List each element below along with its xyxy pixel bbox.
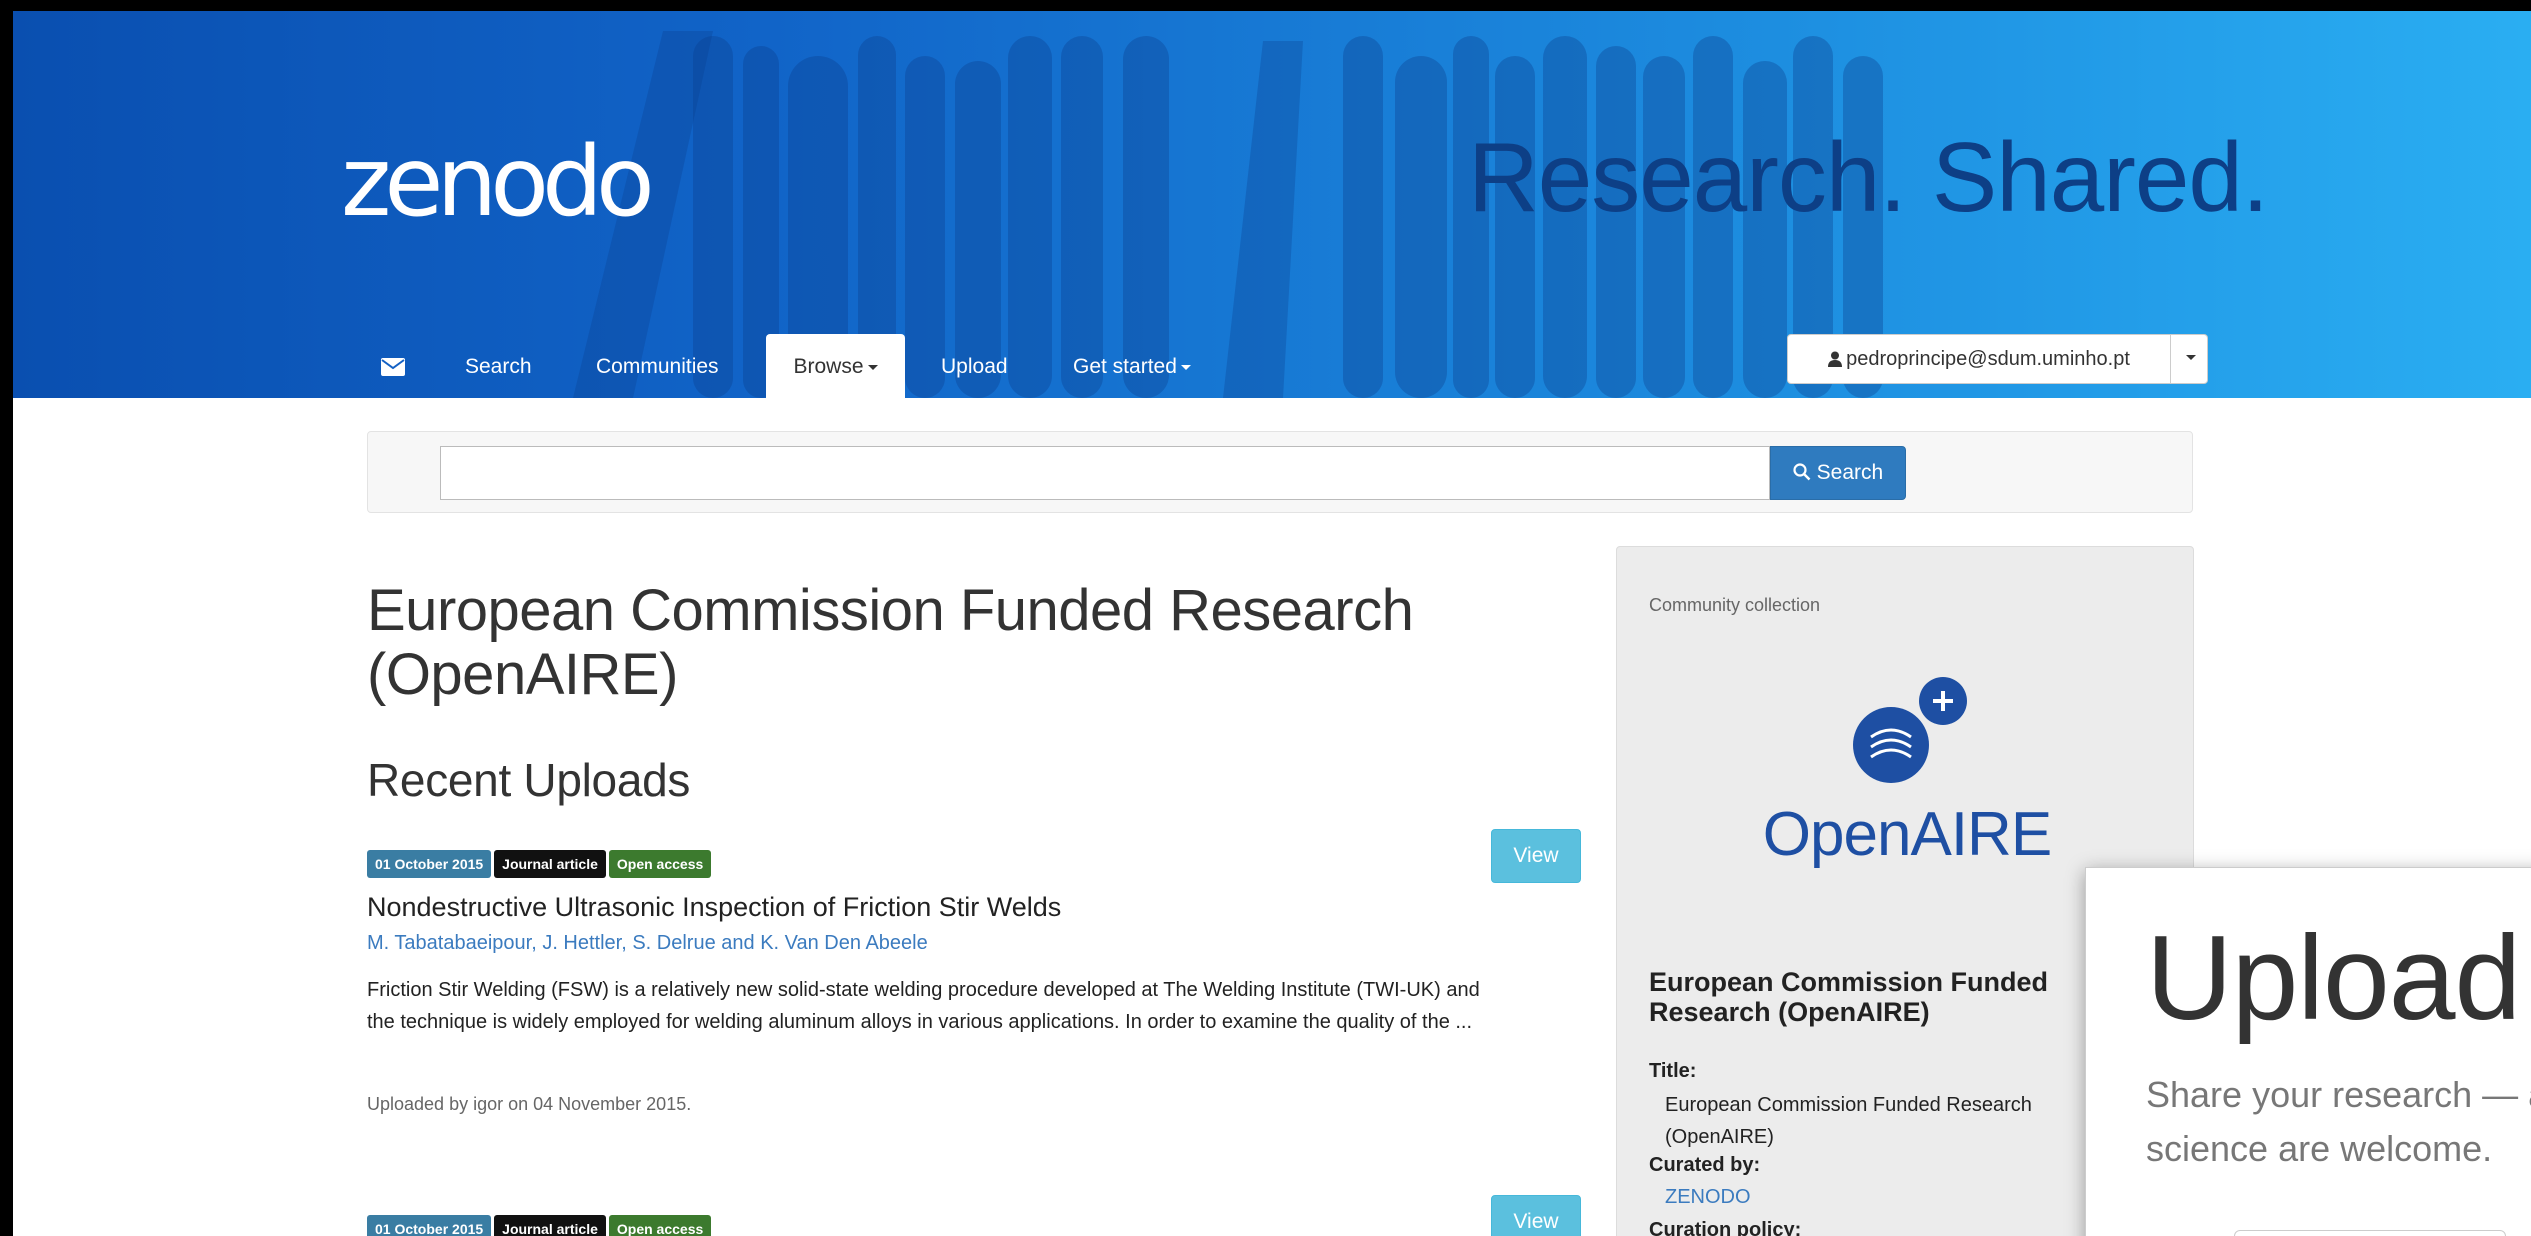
upload-callout-text: Share your research — a science are welc… (2146, 1074, 2531, 1169)
record-item: 01 October 2015 Journal article Open acces… (367, 1195, 1587, 1236)
record-upload-info: Uploaded by igor on 04 November 2015. (367, 1094, 692, 1114)
record-item: 01 October 2015 Journal article Open acces… (367, 829, 1587, 1120)
panel-label: Community collection (1649, 595, 1821, 615)
search-icon (1793, 463, 1811, 481)
tagline: Research. Shared. (1468, 122, 2269, 232)
date-badge: 01 October 2015 (367, 1215, 492, 1236)
user-account-button[interactable]: pedroprincipe@sdum.uminho.pt (1787, 334, 2171, 384)
site-header: zenodo Research. Shared. Search Communit… (13, 11, 2531, 398)
zenodo-logo[interactable]: zenodo (341, 126, 655, 238)
openaire-logo-text: OpenAIRE (1762, 800, 2052, 869)
browser-page: zenodo Research. Shared. Search Communit… (13, 11, 2531, 1236)
nav-communities[interactable]: Communities (596, 334, 719, 398)
chevron-down-icon (2186, 355, 2196, 361)
view-button[interactable]: View (1491, 1195, 1581, 1236)
type-badge: Journal article (494, 850, 606, 878)
access-badge: Open access (608, 1215, 712, 1236)
upload-callout-button[interactable] (2234, 1230, 2506, 1236)
title-label: Title: (1649, 1060, 1697, 1082)
title-value: European Commission Funded Research (Ope… (1665, 1094, 2032, 1148)
nav-upload[interactable]: Upload (941, 334, 1008, 398)
curated-by-label: Curated by: (1649, 1154, 1761, 1176)
envelope-icon (381, 358, 405, 377)
type-badge: Journal article (494, 1215, 606, 1236)
search-bar: Search (367, 431, 2193, 513)
openaire-emblem (1853, 677, 1967, 783)
search-button-label: Search (1816, 461, 1884, 484)
recent-uploads-heading: Recent Uploads (367, 754, 691, 806)
nav-get-started-label: Get started (1073, 355, 1177, 378)
record-description: Friction Stir Welding (FSW) is a relativ… (367, 979, 1480, 1033)
date-badge: 01 October 2015 (367, 850, 492, 878)
nav-get-started[interactable]: Get started (1073, 334, 1191, 398)
upload-callout: Upload Share your research — a science a… (2085, 867, 2531, 1236)
community-name: European Commission Funded Research (Ope… (1649, 967, 2049, 1027)
page-title: European Commission Funded Research (Ope… (367, 578, 1414, 707)
nav-browse[interactable]: Browse (766, 334, 905, 398)
chevron-down-icon (1180, 364, 1191, 370)
view-button[interactable]: View (1491, 829, 1581, 883)
record-title[interactable]: Nondestructive Ultrasonic Inspection of … (367, 892, 1061, 923)
user-dropdown-toggle[interactable] (2171, 334, 2208, 384)
openaire-logo: OpenAIRE (1747, 667, 2067, 887)
search-button[interactable]: Search (1770, 446, 1906, 500)
search-input[interactable] (440, 446, 1770, 500)
curator-link[interactable]: ZENODO (1665, 1181, 2095, 1213)
record-authors[interactable]: M. Tabatabaeipour, J. Hettler, S. Delrue… (367, 932, 928, 955)
record-badges: 01 October 2015 Journal article Open acces… (367, 850, 714, 878)
curation-policy-label: Curation policy: (1649, 1219, 1802, 1236)
user-email: pedroprincipe@sdum.uminho.pt (1846, 348, 2130, 370)
chevron-down-icon (867, 364, 878, 370)
record-badges: 01 October 2015 Journal article Open acces… (367, 1215, 714, 1236)
access-badge: Open access (608, 850, 712, 878)
user-icon (1828, 351, 1843, 367)
mail-nav-link[interactable] (381, 334, 405, 398)
nav-search[interactable]: Search (465, 334, 532, 398)
nav-browse-label: Browse (793, 355, 864, 378)
upload-callout-title: Upload (2146, 911, 2521, 1045)
